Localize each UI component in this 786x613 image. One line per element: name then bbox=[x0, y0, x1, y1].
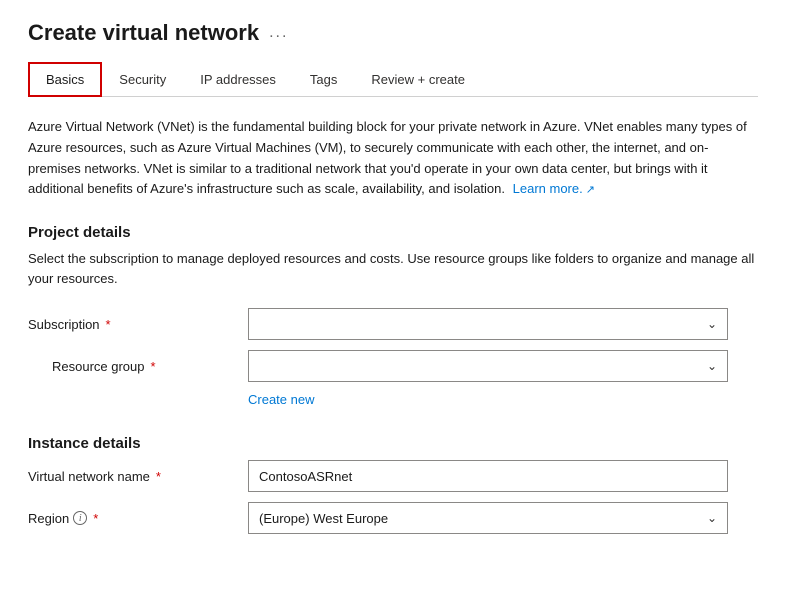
region-label: Region i * bbox=[28, 511, 248, 526]
description-text: Azure Virtual Network (VNet) is the fund… bbox=[28, 119, 747, 196]
tab-basics[interactable]: Basics bbox=[28, 62, 102, 97]
tab-review-create[interactable]: Review + create bbox=[354, 63, 482, 96]
vnet-name-required: * bbox=[156, 469, 161, 484]
tab-ip-addresses[interactable]: IP addresses bbox=[183, 63, 293, 96]
subscription-required: * bbox=[106, 317, 111, 332]
region-chevron-icon: ⌄ bbox=[707, 511, 717, 525]
learn-more-link[interactable]: Learn more. bbox=[513, 181, 595, 196]
region-control: (Europe) West Europe ⌄ bbox=[248, 502, 758, 534]
virtual-network-name-control bbox=[248, 460, 758, 492]
virtual-network-name-input[interactable] bbox=[248, 460, 728, 492]
subscription-chevron-icon: ⌄ bbox=[707, 317, 717, 331]
project-details-section: Project details Select the subscription … bbox=[28, 224, 758, 407]
virtual-network-name-row: Virtual network name* bbox=[28, 460, 758, 492]
instance-details-section: Instance details Virtual network name* R… bbox=[28, 435, 758, 534]
resource-group-row: Resource group* ⌄ bbox=[28, 350, 758, 382]
region-required: * bbox=[93, 511, 98, 526]
subscription-control: ⌄ bbox=[248, 308, 758, 340]
resource-group-chevron-icon: ⌄ bbox=[707, 359, 717, 373]
virtual-network-name-label: Virtual network name* bbox=[28, 469, 248, 484]
resource-group-label: Resource group* bbox=[52, 359, 248, 374]
subscription-label: Subscription* bbox=[28, 317, 248, 332]
create-new-link[interactable]: Create new bbox=[248, 392, 758, 407]
tab-bar: Basics Security IP addresses Tags Review… bbox=[28, 62, 758, 97]
subscription-dropdown[interactable]: ⌄ bbox=[248, 308, 728, 340]
page-title: Create virtual network bbox=[28, 20, 259, 46]
resource-group-required: * bbox=[151, 359, 156, 374]
resource-group-control: ⌄ bbox=[248, 350, 758, 382]
region-dropdown[interactable]: (Europe) West Europe ⌄ bbox=[248, 502, 728, 534]
project-details-title: Project details bbox=[28, 224, 758, 241]
resource-group-dropdown[interactable]: ⌄ bbox=[248, 350, 728, 382]
description-block: Azure Virtual Network (VNet) is the fund… bbox=[28, 117, 758, 200]
project-details-description: Select the subscription to manage deploy… bbox=[28, 249, 758, 288]
region-row: Region i * (Europe) West Europe ⌄ bbox=[28, 502, 758, 534]
tab-tags[interactable]: Tags bbox=[293, 63, 354, 96]
more-options-button[interactable]: ... bbox=[269, 24, 288, 42]
instance-details-title: Instance details bbox=[28, 435, 758, 452]
region-info-icon[interactable]: i bbox=[73, 511, 87, 525]
region-value: (Europe) West Europe bbox=[259, 511, 388, 526]
subscription-row: Subscription* ⌄ bbox=[28, 308, 758, 340]
tab-security[interactable]: Security bbox=[102, 63, 183, 96]
